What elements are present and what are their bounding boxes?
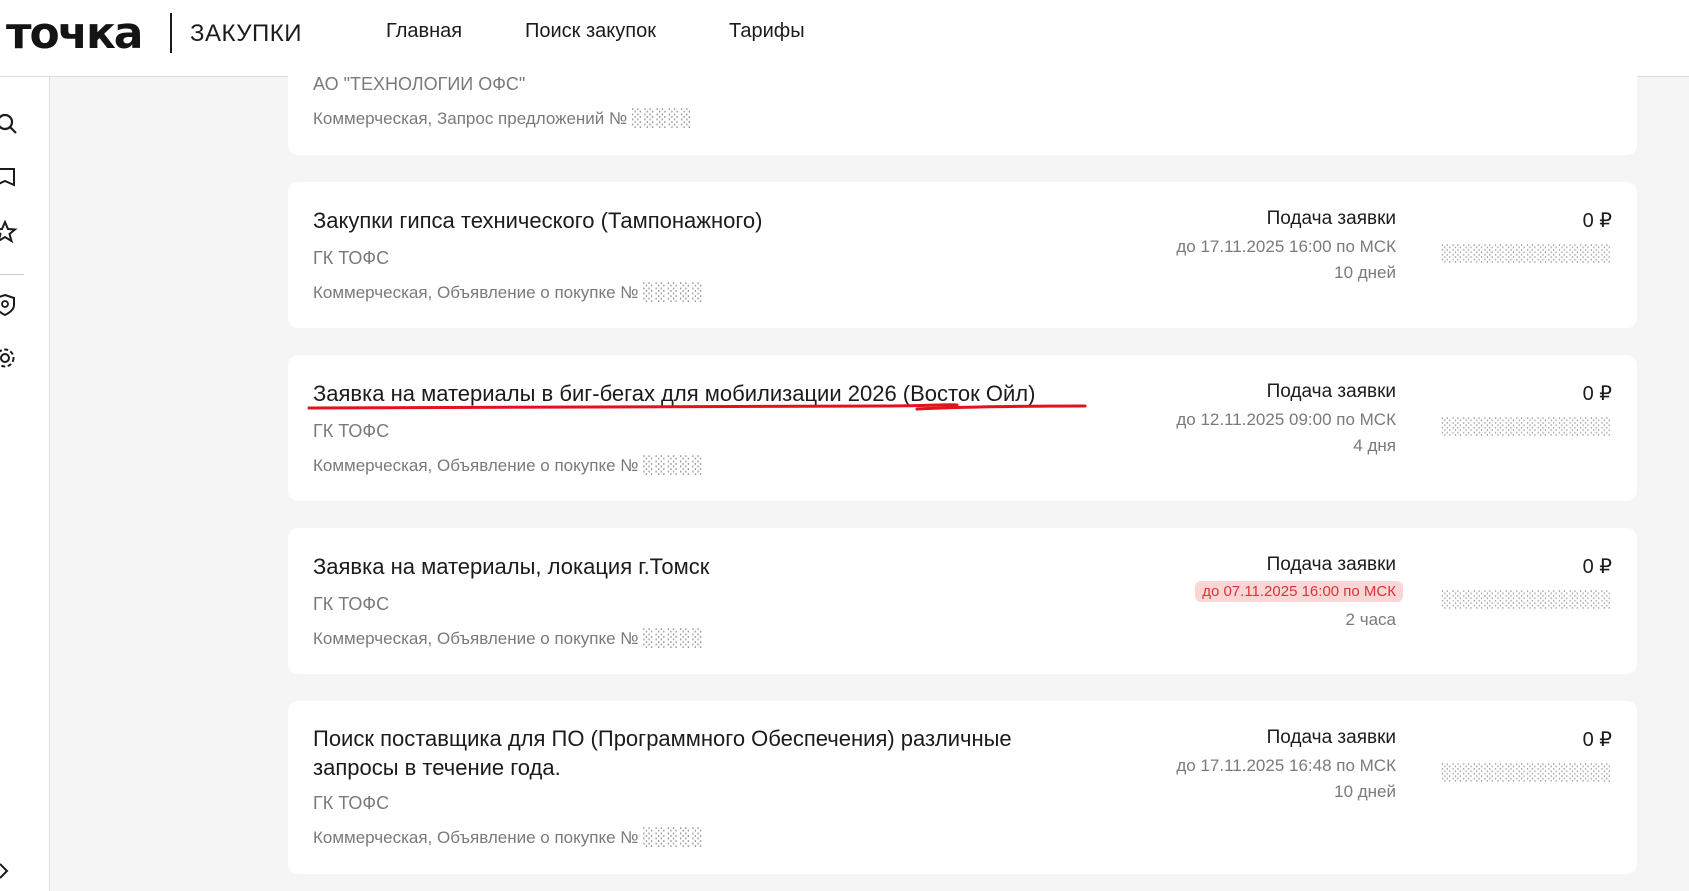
- price-details: ░░░░░░░░░░░░░░░░: [1441, 590, 1612, 609]
- card-type-label: Коммерческая, Объявление о покупке №: [313, 828, 639, 847]
- card-number: ░░░░░: [643, 828, 705, 848]
- deadline-date: до 17.11.2025 16:48 по МСК: [1176, 756, 1396, 775]
- price: 0 ₽: [1582, 383, 1612, 405]
- tender-card[interactable]: Заявка на материалы, локация г.Томск ГК …: [288, 528, 1637, 674]
- card-type: Коммерческая, Объявление о покупке № ░░░…: [313, 828, 704, 848]
- time-left: 10 дней: [1334, 782, 1396, 801]
- nav-home[interactable]: Главная: [386, 20, 462, 43]
- card-title[interactable]: Закупки гипса технического (Тампонажного…: [313, 206, 1103, 235]
- expand-icon[interactable]: [0, 859, 20, 883]
- star-icon[interactable]: [0, 220, 20, 244]
- tender-card-partial[interactable]: АО "ТЕХНОЛОГИИ ОФС" Коммерческая, Запрос…: [288, 53, 1637, 155]
- nav-tariffs[interactable]: Тарифы: [729, 20, 805, 43]
- deadline-label: Подача заявки: [1266, 208, 1396, 229]
- tender-card[interactable]: Закупки гипса технического (Тампонажного…: [288, 182, 1637, 328]
- deadline-date: до 12.11.2025 09:00 по МСК: [1176, 410, 1396, 429]
- time-left: 2 часа: [1345, 610, 1396, 629]
- card-type: Коммерческая, Объявление о покупке № ░░░…: [313, 629, 704, 649]
- card-org: ГК ТОФС: [313, 793, 390, 813]
- card-org: ГК ТОФС: [313, 248, 390, 268]
- card-number: ░░░░░: [632, 109, 694, 129]
- card-type: Коммерческая, Объявление о покупке № ░░░…: [313, 456, 704, 476]
- sidebar: [0, 77, 50, 891]
- card-type-label: Коммерческая, Запрос предложений №: [313, 109, 628, 128]
- card-type: Коммерческая, Запрос предложений № ░░░░░: [313, 109, 693, 129]
- card-type-label: Коммерческая, Объявление о покупке №: [313, 456, 639, 475]
- card-org: АО "ТЕХНОЛОГИИ ОФС": [313, 74, 526, 94]
- nav-search-tenders[interactable]: Поиск закупок: [525, 20, 656, 43]
- card-title[interactable]: Заявка на материалы, локация г.Томск: [313, 552, 1103, 581]
- card-title[interactable]: Заявка на материалы в биг-бегах для моби…: [313, 379, 1113, 408]
- card-number: ░░░░░: [643, 283, 705, 303]
- logo-subtitle: ЗАКУПКИ: [190, 20, 302, 47]
- gear-icon[interactable]: [0, 346, 20, 370]
- price: 0 ₽: [1582, 729, 1612, 751]
- time-left: 4 дня: [1353, 436, 1396, 455]
- card-type-label: Коммерческая, Объявление о покупке №: [313, 283, 639, 302]
- card-title[interactable]: Поиск поставщика для ПО (Программного Об…: [313, 724, 1073, 782]
- tender-card[interactable]: Поиск поставщика для ПО (Программного Об…: [288, 701, 1637, 874]
- card-number: ░░░░░: [643, 456, 705, 476]
- sidebar-divider: [0, 274, 24, 275]
- deadline-label: Подача заявки: [1266, 554, 1396, 575]
- card-type-label: Коммерческая, Объявление о покупке №: [313, 629, 639, 648]
- price: 0 ₽: [1582, 556, 1612, 578]
- price: 0 ₽: [1582, 210, 1612, 232]
- price-details: ░░░░░░░░░░░░░░░░: [1441, 417, 1612, 436]
- card-org: ГК ТОФС: [313, 421, 390, 441]
- card-org: ГК ТОФС: [313, 594, 390, 614]
- tender-card[interactable]: Заявка на материалы в биг-бегах для моби…: [288, 355, 1637, 501]
- deadline-label: Подача заявки: [1266, 381, 1396, 402]
- price-details: ░░░░░░░░░░░░░░░░: [1441, 763, 1612, 782]
- deadline-label: Подача заявки: [1266, 727, 1396, 748]
- logo-separator: [170, 13, 172, 53]
- card-type: Коммерческая, Объявление о покупке № ░░░…: [313, 283, 704, 303]
- card-number: ░░░░░: [643, 629, 705, 649]
- search-icon[interactable]: [0, 112, 20, 136]
- price-details: ░░░░░░░░░░░░░░░░: [1441, 244, 1612, 263]
- deadline-date: до 17.11.2025 16:00 по МСК: [1176, 237, 1396, 256]
- time-left: 10 дней: [1334, 263, 1396, 282]
- shield-icon[interactable]: [0, 293, 20, 317]
- book-icon[interactable]: [0, 166, 20, 190]
- logo[interactable]: точка: [6, 8, 143, 59]
- deadline-date-urgent: до 07.11.2025 16:00 по МСК: [1195, 581, 1403, 602]
